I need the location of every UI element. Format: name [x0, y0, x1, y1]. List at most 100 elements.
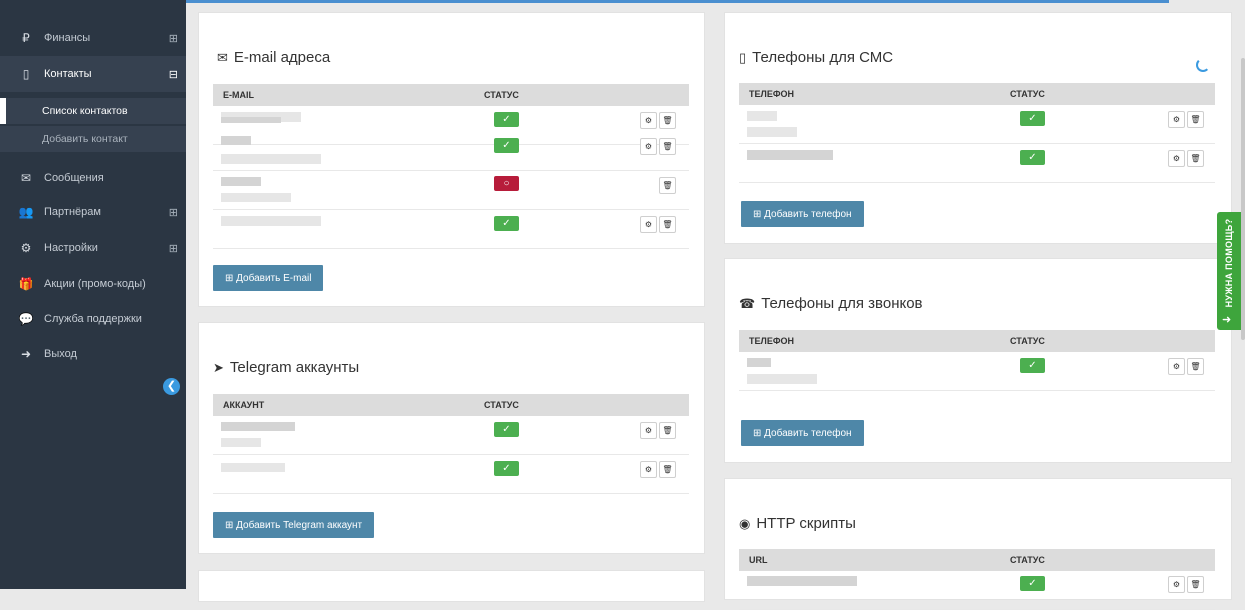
cogs-icon: ⚙: [644, 426, 653, 435]
settings-button[interactable]: ⚙: [1168, 358, 1185, 375]
sidebar-item-label: Партнёрам: [44, 206, 101, 218]
trash-icon: 🗑: [662, 220, 673, 229]
expand-icon[interactable]: ⊞: [169, 206, 178, 219]
status-ok-badge[interactable]: ✓: [494, 422, 519, 437]
table-row: ✓ ⚙ 🗑: [213, 416, 689, 455]
mobile-icon: ▯: [739, 49, 747, 65]
delete-button[interactable]: 🗑: [659, 112, 676, 129]
sidebar-item-label: Настройки: [44, 242, 98, 254]
redacted-account: [221, 438, 261, 447]
loading-spinner-icon: [1196, 58, 1210, 72]
delete-button[interactable]: 🗑: [1187, 358, 1204, 375]
trash-icon: 🗑: [1190, 115, 1201, 124]
settings-button[interactable]: ⚙: [640, 216, 657, 233]
calls-table-header: ТЕЛЕФОН СТАТУС: [739, 330, 1215, 352]
table-row: ✓ ⚙ 🗑: [739, 105, 1215, 144]
panel-title-text: E-mail адреса: [233, 49, 331, 66]
settings-button[interactable]: ⚙: [1168, 576, 1185, 593]
status-ok-badge[interactable]: ✓: [1020, 358, 1045, 373]
status-ok-badge[interactable]: ✓: [494, 138, 519, 153]
trash-icon: 🗑: [1190, 154, 1201, 163]
delete-button[interactable]: 🗑: [659, 216, 676, 233]
cogs-icon: ⚙: [644, 220, 653, 229]
help-tab[interactable]: НУЖНА ПОМОЩЬ? ➜: [1217, 212, 1241, 330]
trash-icon: 🗑: [662, 142, 673, 151]
paper-plane-icon: ➤: [213, 359, 224, 375]
sidebar-item-promos[interactable]: 🎁 Акции (промо-коды): [0, 266, 186, 302]
settings-button[interactable]: ⚙: [640, 461, 657, 478]
redacted-email: [221, 154, 321, 164]
mobile-icon: ▯: [22, 67, 30, 81]
arrow-right-icon: ➜: [1222, 314, 1232, 326]
check-icon: ✓: [502, 424, 511, 435]
table-row: ✓ ⚙ 🗑: [213, 210, 689, 249]
delete-button[interactable]: 🗑: [659, 461, 676, 478]
exit-icon: ➜: [20, 347, 32, 361]
add-sms-phone-button[interactable]: ⊞ Добавить телефон: [741, 201, 864, 227]
add-call-phone-button[interactable]: ⊞ Добавить телефон: [741, 420, 864, 446]
settings-button[interactable]: ⚙: [640, 422, 657, 439]
delete-button[interactable]: 🗑: [1187, 576, 1204, 593]
settings-button[interactable]: ⚙: [1168, 111, 1185, 128]
help-tab-label: НУЖНА ПОМОЩЬ?: [1224, 218, 1234, 308]
scrollbar[interactable]: [1241, 58, 1245, 340]
calls-panel-title: ☎ Телефоны для звонков: [739, 295, 923, 312]
active-marker: [0, 98, 6, 124]
ruble-icon: ₽: [22, 31, 30, 45]
column-status: СТАТУС: [1010, 555, 1045, 565]
delete-button[interactable]: 🗑: [659, 422, 676, 439]
sidebar-subitem-contact-list[interactable]: Список контактов: [0, 98, 186, 124]
sidebar-item-contacts[interactable]: ▯ Контакты ⊟: [0, 56, 186, 92]
arrow-left-icon: ❮: [166, 380, 177, 392]
sidebar-item-logout[interactable]: ➜ Выход: [0, 336, 186, 372]
redacted-phone: [747, 127, 797, 137]
sidebar-item-settings[interactable]: ⚙ Настройки ⊞: [0, 230, 186, 266]
collapse-sidebar-button[interactable]: ❮: [163, 378, 180, 395]
sidebar-item-label: Контакты: [44, 68, 92, 80]
sidebar-item-label: Акции (промо-коды): [44, 278, 146, 290]
status-ok-badge[interactable]: ✓: [1020, 111, 1045, 126]
cogs-icon: ⚙: [1172, 115, 1181, 124]
redacted-phone: [747, 150, 833, 160]
status-ok-badge[interactable]: ✓: [494, 461, 519, 476]
collapse-icon[interactable]: ⊟: [169, 68, 178, 81]
sidebar-item-messages[interactable]: ✉ Сообщения: [0, 160, 186, 196]
sidebar-item-label: Финансы: [44, 32, 91, 44]
check-icon: ✓: [1028, 578, 1037, 589]
redacted-email: [221, 117, 281, 123]
cogs-icon: ⚙: [644, 116, 653, 125]
add-email-button[interactable]: ⊞ Добавить E-mail: [213, 265, 324, 291]
delete-button[interactable]: 🗑: [659, 177, 676, 194]
http-table-header: URL СТАТУС: [739, 549, 1215, 571]
delete-button[interactable]: 🗑: [1187, 150, 1204, 167]
sidebar-item-support[interactable]: 💬 Служба поддержки: [0, 301, 186, 337]
trash-icon: 🗑: [662, 181, 673, 190]
sidebar-subitem-add-contact[interactable]: Добавить контакт: [0, 126, 186, 152]
column-url: URL: [749, 555, 768, 565]
settings-button[interactable]: ⚙: [640, 138, 657, 155]
panel-title-text: Telegram аккаунты: [229, 359, 360, 376]
check-icon: ✓: [502, 463, 511, 474]
expand-icon[interactable]: ⊞: [169, 242, 178, 255]
envelope-icon: ✉: [217, 49, 228, 65]
status-ok-badge[interactable]: ✓: [494, 112, 519, 127]
delete-button[interactable]: 🗑: [659, 138, 676, 155]
delete-button[interactable]: 🗑: [1187, 111, 1204, 128]
add-telegram-button[interactable]: ⊞ Добавить Telegram аккаунт: [213, 512, 375, 538]
status-ok-badge[interactable]: ✓: [1020, 150, 1045, 165]
redacted-email: [221, 136, 251, 145]
sidebar-item-finance[interactable]: ₽ Финансы ⊞: [0, 20, 186, 56]
check-icon: ✓: [1028, 113, 1037, 124]
settings-button[interactable]: ⚙: [640, 112, 657, 129]
expand-icon[interactable]: ⊞: [169, 32, 178, 45]
cogs-icon: ⚙: [644, 465, 653, 474]
panel-title-text: Телефоны для СМС: [752, 49, 894, 66]
telegram-panel-title: ➤ Telegram аккаунты: [213, 359, 359, 376]
table-row: ✓ ⚙ 🗑: [739, 352, 1215, 391]
sidebar-item-partners[interactable]: 👥 Партнёрам ⊞: [0, 194, 186, 230]
status-error-badge[interactable]: ○: [494, 176, 519, 191]
status-ok-badge[interactable]: ✓: [494, 216, 519, 231]
column-status: СТАТУС: [484, 90, 519, 100]
sms-phones-panel: ▯ Телефоны для СМС ТЕЛЕФОН СТАТУС ✓ ⚙ 🗑 …: [724, 12, 1232, 244]
settings-button[interactable]: ⚙: [1168, 150, 1185, 167]
